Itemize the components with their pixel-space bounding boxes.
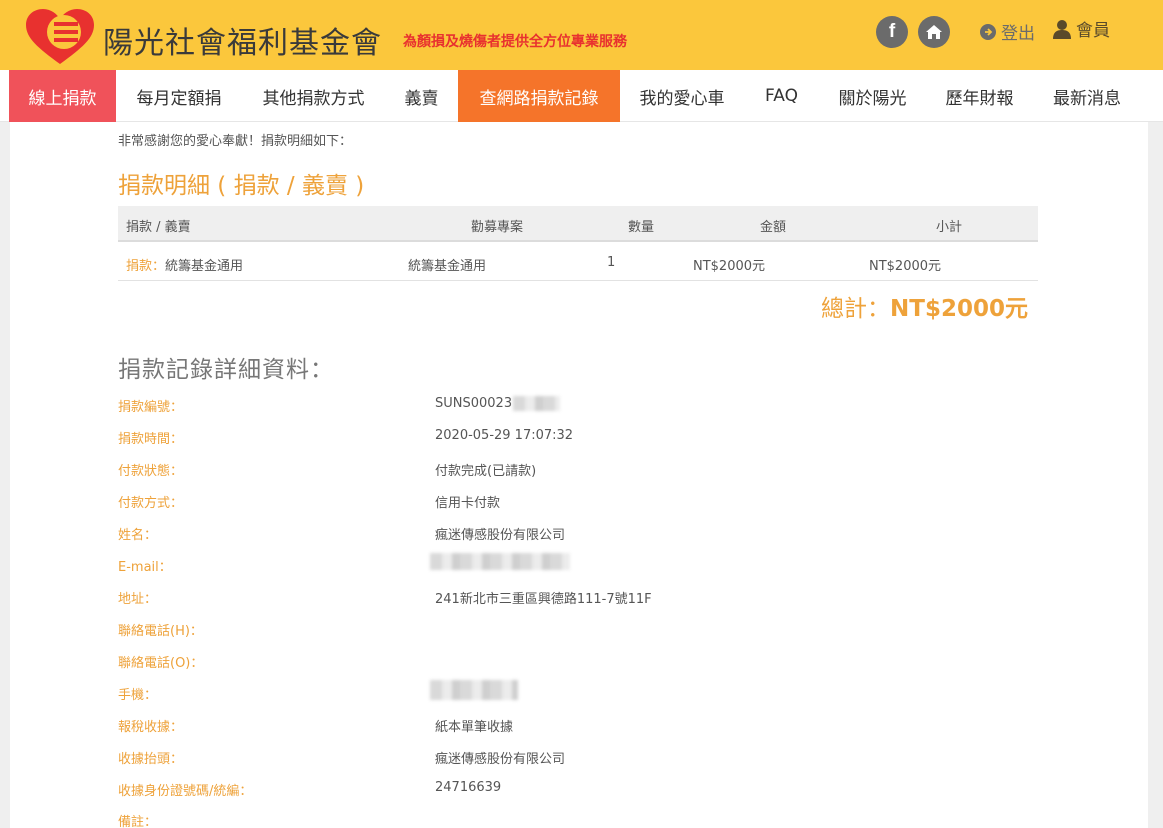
thanks-message: 非常感謝您的愛心奉獻！捐款明細如下： (118, 134, 353, 149)
site-header: 陽光社會福利基金會 為顏損及燒傷者提供全方位專業服務 f 登出 會員 (0, 0, 1163, 70)
site-slogan: 為顏損及燒傷者提供全方位專業服務 (403, 34, 627, 50)
row-type-cell: 捐款：統籌基金通用 (126, 255, 243, 274)
home-icon[interactable] (918, 16, 950, 48)
value-donation-id: SUNS00023 (435, 396, 513, 411)
heart-logo-icon[interactable] (24, 8, 96, 66)
label-donation-id: 捐款編號： (118, 400, 184, 415)
logout-link[interactable]: 登出 (980, 19, 1035, 44)
column-header-qty: 數量 (628, 220, 655, 235)
value-payment-status: 付款完成(已請款) (435, 464, 537, 479)
total-amount: 總計：NT$2000元 (821, 289, 1028, 323)
nav-item-latest-news[interactable]: 最新消息 (1033, 70, 1141, 122)
redaction-donation-id (513, 396, 560, 411)
column-header-subtotal: 小計 (936, 220, 963, 235)
column-header-type: 捐款 / 義賣 (126, 220, 191, 235)
label-name: 姓名： (118, 528, 158, 543)
row-project-cell: 統籌基金通用 (408, 259, 487, 274)
user-icon (1053, 19, 1071, 39)
nav-item-about[interactable]: 關於陽光 (819, 70, 926, 122)
label-remarks: 備註： (118, 815, 158, 828)
main-nav: 線上捐款 每月定額捐 其他捐款方式 義賣 查網路捐款記錄 我的愛心車 FAQ 關… (0, 70, 1163, 122)
logout-label: 登出 (1001, 24, 1035, 44)
nav-item-other-donate[interactable]: 其他捐款方式 (242, 70, 385, 122)
value-receipt-title: 瘋迷傳感股份有限公司 (435, 752, 566, 767)
column-header-amount: 金額 (760, 220, 787, 235)
value-donation-time: 2020-05-29 17:07:32 (435, 428, 574, 443)
nav-item-annual-reports[interactable]: 歷年財報 (926, 70, 1033, 122)
total-value: NT$2000元 (890, 296, 1028, 322)
table-row: 捐款：統籌基金通用 統籌基金通用 1 NT$2000元 NT$2000元 (118, 244, 1038, 281)
facebook-icon[interactable]: f (876, 16, 908, 48)
label-phone-office: 聯絡電話(O)： (118, 656, 204, 671)
row-amount-cell: NT$2000元 (693, 259, 766, 274)
total-label: 總計： (821, 296, 891, 322)
label-receipt-tax-id: 收據身份證號碼/統編： (118, 784, 253, 799)
member-label: 會員 (1076, 21, 1110, 41)
nav-item-love-cart[interactable]: 我的愛心車 (620, 70, 744, 122)
row-type-prefix: 捐款： (126, 259, 166, 274)
value-payment-method: 信用卡付款 (435, 496, 501, 511)
label-address: 地址： (118, 592, 158, 607)
row-subtotal-cell: NT$2000元 (869, 259, 942, 274)
nav-item-monthly-donate[interactable]: 每月定額捐 (116, 70, 242, 122)
value-tax-receipt: 紙本單筆收據 (435, 720, 514, 735)
label-donation-time: 捐款時間： (118, 432, 184, 447)
label-phone-home: 聯絡電話(H)： (118, 624, 203, 639)
row-qty-cell: 1 (607, 255, 616, 270)
nav-item-faq[interactable]: FAQ (744, 70, 819, 122)
table-header: 捐款 / 義賣 勸募專案 數量 金額 小計 (118, 206, 1038, 242)
row-type-name: 統籌基金通用 (165, 259, 244, 274)
label-email: E-mail： (118, 560, 172, 575)
redaction-email (430, 553, 570, 570)
redaction-mobile (430, 680, 518, 700)
nav-item-charity-sale[interactable]: 義賣 (385, 70, 458, 122)
section-title-record-detail: 捐款記錄詳細資料： (118, 357, 334, 383)
column-header-project: 勸募專案 (471, 220, 524, 235)
value-receipt-tax-id: 24716639 (435, 780, 502, 795)
label-mobile: 手機： (118, 688, 158, 703)
label-tax-receipt: 報稅收據： (118, 720, 184, 735)
site-logo-text[interactable]: 陽光社會福利基金會 (103, 18, 382, 62)
nav-item-donation-records[interactable]: 查網路捐款記錄 (458, 70, 620, 122)
section-title-donation-detail: 捐款明細 ( 捐款 / 義賣 ) (118, 173, 365, 199)
nav-item-online-donate[interactable]: 線上捐款 (9, 70, 116, 122)
value-name: 瘋迷傳感股份有限公司 (435, 528, 566, 543)
value-address: 241新北市三重區興德路111-7號11F (435, 592, 652, 607)
label-payment-method: 付款方式： (118, 496, 184, 511)
label-payment-status: 付款狀態： (118, 464, 184, 479)
member-link[interactable]: 會員 (1052, 16, 1110, 41)
label-receipt-title: 收據抬頭： (118, 752, 184, 767)
arrow-right-circle-icon (980, 23, 996, 40)
